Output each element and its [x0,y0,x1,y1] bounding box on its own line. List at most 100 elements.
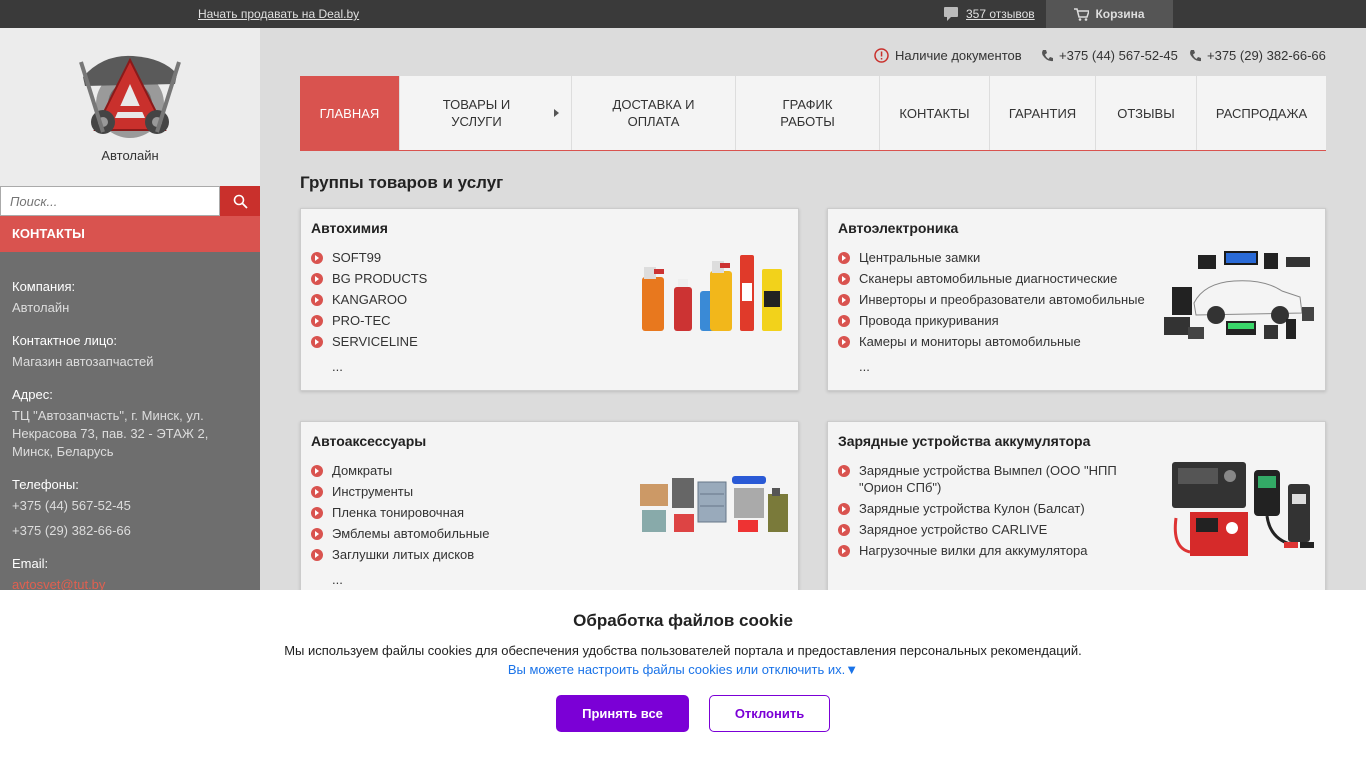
list-item[interactable]: SOFT99 [311,249,427,266]
start-selling-link[interactable]: Начать продавать на Deal.by [198,7,359,21]
main-nav: ГЛАВНАЯ ТОВАРЫ И УСЛУГИ ДОСТАВКА И ОПЛАТ… [300,76,1326,151]
arrow-bullet-icon [838,465,850,477]
arrow-bullet-icon [838,315,850,327]
contact-person-value: Магазин автозапчастей [12,354,154,369]
header-phone-2[interactable]: +375 (29) 382-66-66 [1189,48,1326,63]
list-item[interactable]: Нагрузочные вилки для аккумулятора [838,542,1148,559]
cookie-banner: Обработка файлов cookie Мы используем фа… [0,590,1366,768]
autoline-logo-icon [79,55,181,138]
nav-reviews[interactable]: ОТЗЫВЫ [1096,76,1197,150]
list-item[interactable]: KANGAROO [311,291,427,308]
cart-label: Корзина [1095,7,1145,21]
company-logo-name: Автолайн [101,148,159,163]
arrow-bullet-icon [311,315,323,327]
more-link[interactable]: ... [332,359,343,374]
nav-sale[interactable]: РАСПРОДАЖА [1197,76,1326,150]
category-title[interactable]: Автохимия [311,220,388,236]
contact-person-label: Контактное лицо: [12,333,118,348]
auto-electronics-image[interactable] [1164,247,1316,343]
subcategory-list: Домкраты Инструменты Пленка тонировочная… [311,462,489,567]
list-item[interactable]: PRO-TEC [311,312,427,329]
list-item[interactable]: Домкраты [311,462,489,479]
list-item[interactable]: Инструменты [311,483,489,500]
arrow-bullet-icon [311,273,323,285]
nav-products[interactable]: ТОВАРЫ И УСЛУГИ [400,76,572,150]
category-title[interactable]: Автоаксессуары [311,433,426,449]
header-phone-1-text: +375 (44) 567-52-45 [1059,48,1178,63]
search-icon [233,194,248,209]
nav-contacts[interactable]: КОНТАКТЫ [880,76,990,150]
company-value: Автолайн [12,300,70,315]
category-card: Автохимия SOFT99 BG PRODUCTS KANGAROO PR… [300,208,799,391]
arrow-bullet-icon [838,545,850,557]
arrow-bullet-icon [311,294,323,306]
arrow-bullet-icon [838,503,850,515]
list-item[interactable]: BG PRODUCTS [311,270,427,287]
address-label: Адрес: [12,387,53,402]
reviews-count: 357 отзывов [966,7,1035,21]
list-item[interactable]: Эмблемы автомобильные [311,525,489,542]
search-input[interactable] [0,186,220,216]
list-item[interactable]: Заглушки литых дисков [311,546,489,563]
phones-label: Телефоны: [12,477,79,492]
subcategory-list: Зарядные устройства Вымпел (ООО "НПП "Ор… [838,462,1148,563]
top-bar: Начать продавать на Deal.by 357 отзывов … [0,0,1366,28]
phone-icon [1190,49,1201,61]
category-title[interactable]: Автоэлектроника [838,220,958,236]
arrow-bullet-icon [311,549,323,561]
arrow-bullet-icon [838,294,850,306]
header-phone-1[interactable]: +375 (44) 567-52-45 [1041,48,1178,63]
battery-chargers-image[interactable] [1170,458,1316,560]
list-item[interactable]: Инверторы и преобразователи автомобильны… [838,291,1145,308]
auto-accessories-image[interactable] [638,474,790,536]
caret-right-icon [554,109,559,117]
info-icon [874,48,889,63]
cart-icon [1074,7,1090,21]
more-link[interactable]: ... [859,359,870,374]
documents-label: Наличие документов [895,48,1022,63]
section-title: Группы товаров и услуг [300,173,504,192]
subcategory-list: Центральные замки Сканеры автомобильные … [838,249,1145,354]
arrow-bullet-icon [838,524,850,536]
list-item[interactable]: Центральные замки [838,249,1145,266]
decline-button[interactable]: Отклонить [709,695,830,732]
email-block: Email: avtosvet@tut.by [12,555,252,594]
address-block: Адрес: ТЦ "Автозапчасть", г. Минск, ул. … [12,386,252,461]
arrow-bullet-icon [311,507,323,519]
cart-button[interactable]: Корзина [1046,0,1173,28]
arrow-bullet-icon [311,252,323,264]
list-item[interactable]: Зарядные устройства Кулон (Балсат) [838,500,1148,517]
arrow-bullet-icon [838,336,850,348]
arrow-bullet-icon [838,273,850,285]
list-item[interactable]: Сканеры автомобильные диагностические [838,270,1145,287]
cookie-title: Обработка файлов cookie [573,611,793,630]
nav-schedule[interactable]: ГРАФИК РАБОТЫ [736,76,880,150]
reviews-link[interactable]: 357 отзывов [944,7,1035,21]
list-item[interactable]: Камеры и мониторы автомобильные [838,333,1145,350]
logo-area[interactable]: Автолайн [0,28,260,186]
more-link[interactable]: ... [332,572,343,587]
search-button[interactable] [220,186,260,216]
accept-all-button[interactable]: Принять все [556,695,689,732]
cookie-settings-link[interactable]: Вы можете настроить файлы cookies или от… [0,662,1366,677]
documents-info[interactable]: Наличие документов [874,48,1022,63]
list-item[interactable]: Зарядные устройства Вымпел (ООО "НПП "Ор… [838,462,1148,496]
nav-delivery[interactable]: ДОСТАВКА И ОПЛАТА [572,76,736,150]
email-label: Email: [12,556,49,571]
company-label: Компания: [12,279,76,294]
auto-chemicals-image[interactable] [638,247,790,335]
comment-icon [944,7,958,21]
nav-warranty[interactable]: ГАРАНТИЯ [990,76,1096,150]
list-item[interactable]: Зарядное устройство CARLIVE [838,521,1148,538]
nav-home[interactable]: ГЛАВНАЯ [300,76,400,150]
cookie-text: Мы используем файлы cookies для обеспече… [284,643,1082,658]
category-title[interactable]: Зарядные устройства аккумулятора [838,433,1090,449]
sidebar-phone-2[interactable]: +375 (29) 382-66-66 [12,522,252,540]
search-form [0,186,260,216]
header-phone-2-text: +375 (29) 382-66-66 [1207,48,1326,63]
category-card: Автоэлектроника Центральные замки Сканер… [827,208,1326,391]
sidebar-phone-1[interactable]: +375 (44) 567-52-45 [12,497,252,515]
list-item[interactable]: SERVICELINE [311,333,427,350]
list-item[interactable]: Провода прикуривания [838,312,1145,329]
list-item[interactable]: Пленка тонировочная [311,504,489,521]
